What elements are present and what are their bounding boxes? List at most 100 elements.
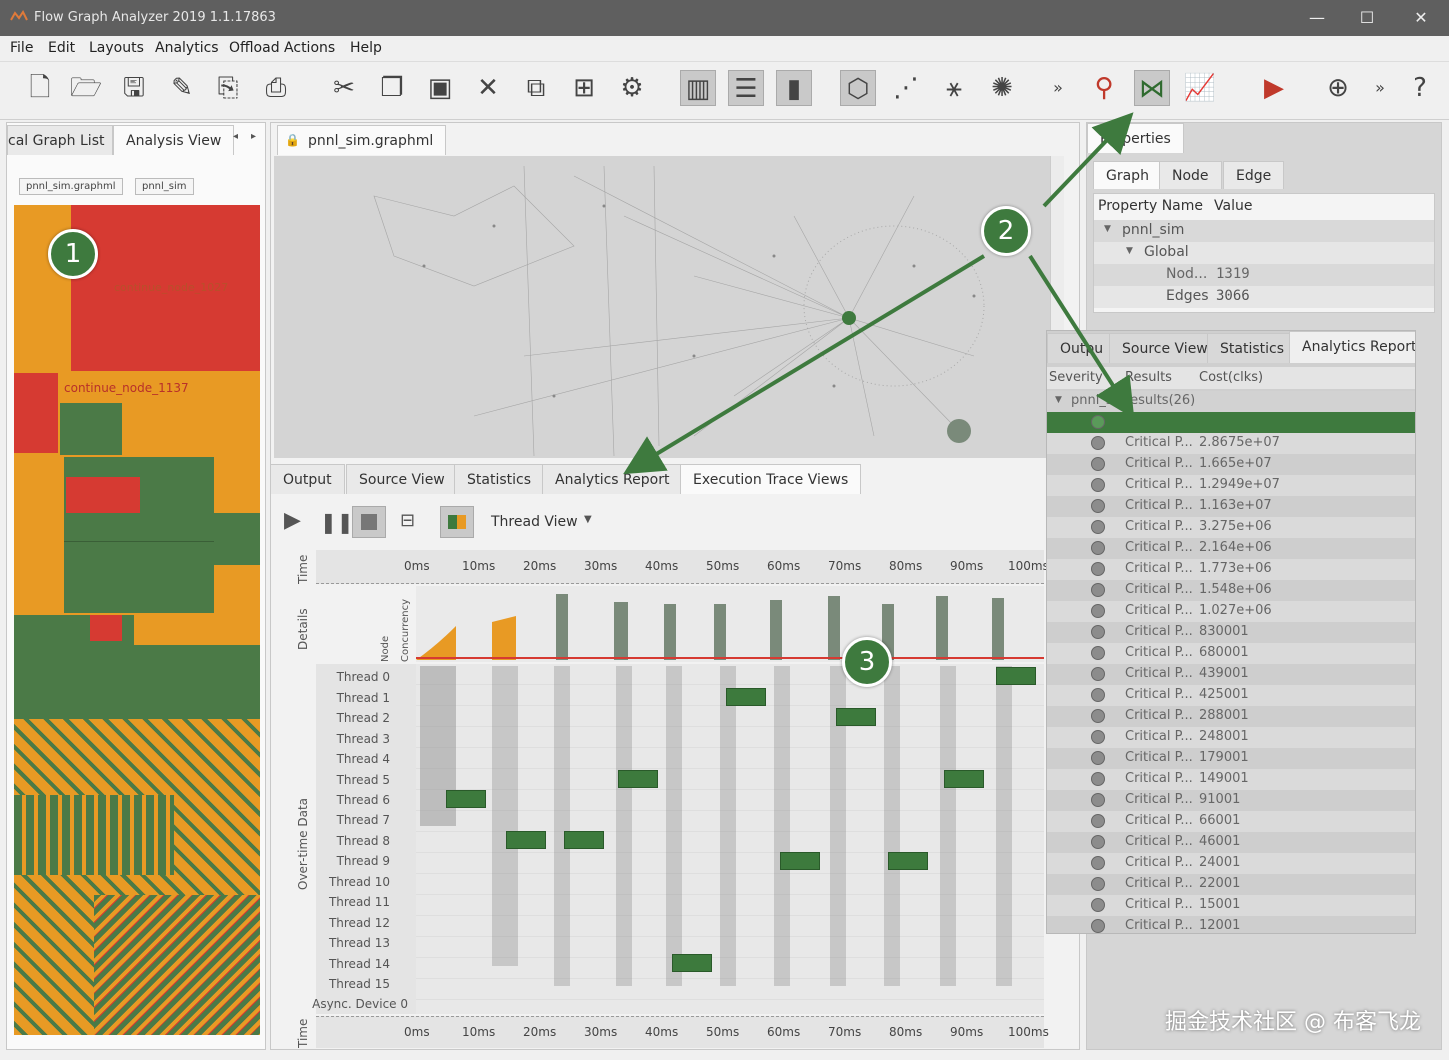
report-row[interactable]: Critical P... 248001 xyxy=(1047,727,1415,748)
breadcrumb-item[interactable]: pnnl_sim.graphml xyxy=(19,178,123,195)
report-row[interactable]: Critical P... 680001 xyxy=(1047,643,1415,664)
maximize-button[interactable]: ☐ xyxy=(1352,6,1382,30)
report-row[interactable]: Critical P... 1.027e+06 xyxy=(1047,601,1415,622)
report-row[interactable]: Critical P... 2.164e+06 xyxy=(1047,538,1415,559)
tab-output[interactable]: Output xyxy=(270,464,345,494)
search-bug-icon[interactable]: ⚲ xyxy=(1086,70,1122,106)
layout-icon[interactable]: ⊟ xyxy=(400,510,415,531)
critical-path-segment[interactable] xyxy=(726,688,766,706)
critical-path-segment[interactable] xyxy=(836,708,876,726)
treemap-cell[interactable] xyxy=(214,457,260,513)
stop-button[interactable] xyxy=(352,506,386,538)
critical-path-icon[interactable]: ⋈ xyxy=(1134,70,1170,106)
new-file-icon[interactable]: 🗋 xyxy=(22,70,58,106)
treemap-cell[interactable] xyxy=(94,895,260,1035)
tab-source-view[interactable]: Source View xyxy=(346,464,458,494)
report-row[interactable]: Critical P... 1.665e+07 xyxy=(1047,454,1415,475)
tab-edge[interactable]: Edge xyxy=(1223,161,1285,189)
critical-path-segment[interactable] xyxy=(888,852,928,870)
property-row[interactable]: Edges 3066 xyxy=(1094,286,1434,308)
report-row[interactable]: Critical P... 3.275e+06 xyxy=(1047,517,1415,538)
treemap[interactable]: continue_node_1027 continue_node_1137 xyxy=(14,205,260,1035)
report-row[interactable]: Critical P... 288001 xyxy=(1047,706,1415,727)
graph-network-icon[interactable]: ✺ xyxy=(984,70,1020,106)
report-root-row[interactable]: ▼ pnnl_s...results(26) xyxy=(1047,391,1415,412)
report-row[interactable]: Critical P... 179001 xyxy=(1047,748,1415,769)
report-row[interactable]: Critical P... 1.163e+07 xyxy=(1047,496,1415,517)
graph-canvas[interactable] xyxy=(274,156,1064,458)
trend-chart-icon[interactable]: 📈 xyxy=(1182,70,1218,106)
expand-arrow-icon[interactable]: ▼ xyxy=(1104,224,1111,234)
tab-analytics-report[interactable]: Analytics Report xyxy=(542,464,683,494)
critical-path-segment[interactable] xyxy=(618,770,658,788)
ungroup-icon[interactable]: ⊞ xyxy=(566,70,602,106)
report-row[interactable]: Critical P... 1.773e+06 xyxy=(1047,559,1415,580)
critical-path-segment[interactable] xyxy=(672,954,712,972)
cut-icon[interactable]: ✂ xyxy=(326,70,362,106)
toolbar-overflow-2-icon[interactable]: » xyxy=(1362,70,1398,106)
tab-pnnl-sim-graphml[interactable]: pnnl_sim.graphml xyxy=(277,125,447,155)
report-row[interactable]: Critical P... 149001 xyxy=(1047,769,1415,790)
treemap-cell[interactable] xyxy=(90,615,122,641)
tab-graph[interactable]: Graph xyxy=(1093,161,1162,189)
menu-edit[interactable]: Edit xyxy=(48,40,75,56)
minimize-button[interactable]: — xyxy=(1302,6,1332,30)
breadcrumb-item[interactable]: pnnl_sim xyxy=(135,178,194,195)
critical-path-segment[interactable] xyxy=(506,831,546,849)
thread-timeline[interactable] xyxy=(316,664,1044,1014)
chart-view-icon[interactable]: ▥ xyxy=(680,70,716,106)
tab-graph-list[interactable]: cal Graph List xyxy=(7,125,113,155)
tab-source-view[interactable]: Source View xyxy=(1109,333,1221,363)
expand-arrow-icon[interactable]: ▼ xyxy=(1055,395,1062,405)
zoom-in-icon[interactable]: ⊕ xyxy=(1320,70,1356,106)
report-row[interactable]: Critical P... 22001 xyxy=(1047,874,1415,895)
concurrency-chart[interactable] xyxy=(416,586,1044,662)
edit-file-icon[interactable]: ✎ xyxy=(164,70,200,106)
critical-path-segment[interactable] xyxy=(780,852,820,870)
save-icon[interactable]: 🖫 xyxy=(116,70,152,106)
tab-statistics[interactable]: Statistics xyxy=(454,464,544,494)
report-row[interactable]: Critical P... 439001 xyxy=(1047,664,1415,685)
graph-visualization[interactable] xyxy=(274,156,1064,458)
graph-settings-icon[interactable]: ⚹ xyxy=(936,70,972,106)
critical-path-segment[interactable] xyxy=(996,667,1036,685)
menu-layouts[interactable]: Layouts xyxy=(89,40,144,56)
critical-path-segment[interactable] xyxy=(944,770,984,788)
report-row[interactable]: Critical P... 66001 xyxy=(1047,811,1415,832)
treemap-cell[interactable] xyxy=(214,513,260,565)
report-row-selected[interactable] xyxy=(1047,412,1415,433)
report-row[interactable]: Critical P... 1.548e+06 xyxy=(1047,580,1415,601)
cpp-generate-icon[interactable]: ⎘ xyxy=(210,70,246,106)
property-row[interactable]: ▼ Global xyxy=(1094,242,1434,264)
view-select[interactable]: Thread View xyxy=(491,514,578,530)
report-row[interactable]: Critical P... 12001 xyxy=(1047,916,1415,933)
treemap-cell[interactable] xyxy=(66,477,140,513)
tab-statistics[interactable]: Statistics xyxy=(1207,333,1297,363)
list-view-icon[interactable]: ☰ xyxy=(728,70,764,106)
run-trace-icon[interactable]: ▶ xyxy=(1256,70,1292,106)
critical-path-segment[interactable] xyxy=(446,790,486,808)
tab-output[interactable]: Outpu xyxy=(1047,333,1117,363)
pause-icon[interactable]: ❚❚ xyxy=(320,510,354,534)
tab-analysis-view[interactable]: Analysis View xyxy=(113,125,235,155)
toolbar-overflow-icon[interactable]: » xyxy=(1040,70,1076,106)
settings-gear-icon[interactable]: ⚙ xyxy=(614,70,650,106)
treemap-cell[interactable] xyxy=(14,373,58,453)
help-icon[interactable]: ? xyxy=(1402,70,1438,106)
property-row[interactable]: ▼ pnnl_sim xyxy=(1094,220,1434,242)
report-row[interactable]: Critical P... 46001 xyxy=(1047,832,1415,853)
open-folder-icon[interactable]: 🗁 xyxy=(68,70,104,106)
tab-scroll-right-icon[interactable]: ▸ xyxy=(251,131,256,142)
paste-icon[interactable]: ▣ xyxy=(422,70,458,106)
layout-graph-icon[interactable]: ⬡ xyxy=(840,70,876,106)
copy-icon[interactable]: ❐ xyxy=(374,70,410,106)
report-row[interactable]: Critical P... 91001 xyxy=(1047,790,1415,811)
heatmap-toggle[interactable] xyxy=(440,506,474,538)
graph-nodes-icon[interactable]: ⋰ xyxy=(888,70,924,106)
png-export-icon[interactable]: ⎙ xyxy=(258,70,294,106)
delete-icon[interactable]: ✕ xyxy=(470,70,506,106)
chevron-down-icon[interactable]: ▼ xyxy=(584,514,592,525)
close-button[interactable]: ✕ xyxy=(1406,6,1436,30)
property-row[interactable]: Nod... 1319 xyxy=(1094,264,1434,286)
group-icon[interactable]: ⧉ xyxy=(518,70,554,106)
